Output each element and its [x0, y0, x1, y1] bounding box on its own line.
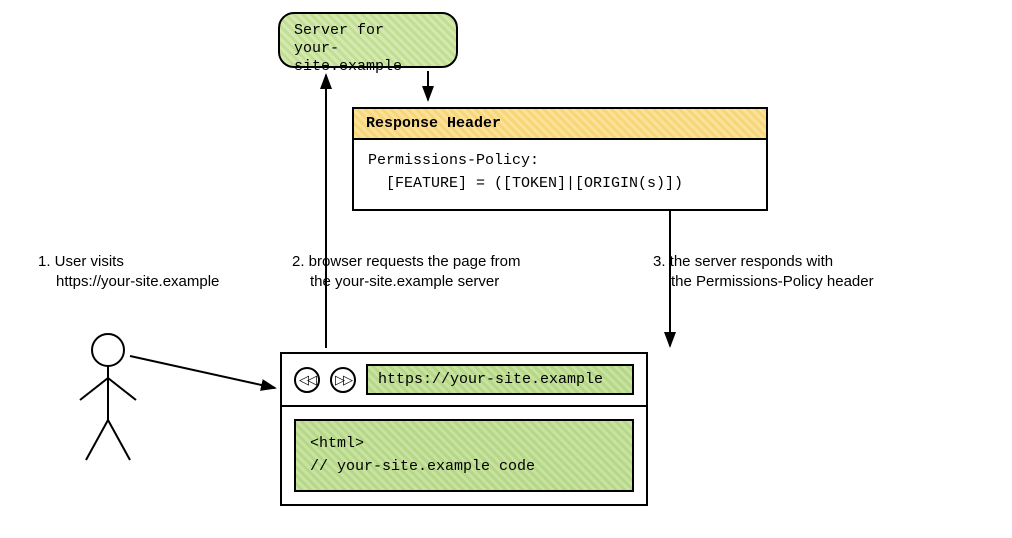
step-3-line2: the Permissions-Policy header — [653, 272, 973, 292]
browser-body: <html> // your-site.example code — [282, 407, 646, 504]
step-2-line2: the your-site.example server — [292, 272, 612, 292]
arrow-user-to-browser — [130, 356, 275, 388]
rewind-icon: ◁◁ — [299, 372, 315, 388]
step-3-label: 3. the server responds with the Permissi… — [653, 252, 973, 293]
code-line1: <html> — [310, 433, 618, 456]
response-line2: [FEATURE] = ([TOKEN]|[ORIGIN(s)]) — [368, 173, 752, 196]
forward-icon: ▷▷ — [335, 372, 351, 388]
server-box: Server for your-site.example — [278, 12, 458, 68]
user-icon — [80, 334, 136, 460]
url-bar[interactable]: https://your-site.example — [366, 364, 634, 395]
forward-button[interactable]: ▷▷ — [330, 367, 356, 393]
back-button[interactable]: ◁◁ — [294, 367, 320, 393]
browser-toolbar: ◁◁ ▷▷ https://your-site.example — [282, 354, 646, 407]
step-3-line1: 3. the server responds with — [653, 252, 973, 272]
url-text: https://your-site.example — [378, 371, 603, 388]
server-label-line1: Server for — [294, 22, 442, 40]
browser-window: ◁◁ ▷▷ https://your-site.example <html> /… — [280, 352, 648, 506]
code-line2: // your-site.example code — [310, 456, 618, 479]
response-line1: Permissions-Policy: — [368, 150, 752, 173]
response-header-title: Response Header — [354, 109, 766, 140]
server-label-line2: your-site.example — [294, 40, 442, 76]
step-1-line1: 1. User visits — [38, 252, 268, 272]
step-2-line1: 2. browser requests the page from — [292, 252, 612, 272]
response-header-body: Permissions-Policy: [FEATURE] = ([TOKEN]… — [354, 140, 766, 209]
step-1-label: 1. User visits https://your-site.example — [38, 252, 268, 293]
response-header-box: Response Header Permissions-Policy: [FEA… — [352, 107, 768, 211]
code-area: <html> // your-site.example code — [294, 419, 634, 492]
step-2-label: 2. browser requests the page from the yo… — [292, 252, 612, 293]
step-1-line2: https://your-site.example — [38, 272, 268, 292]
